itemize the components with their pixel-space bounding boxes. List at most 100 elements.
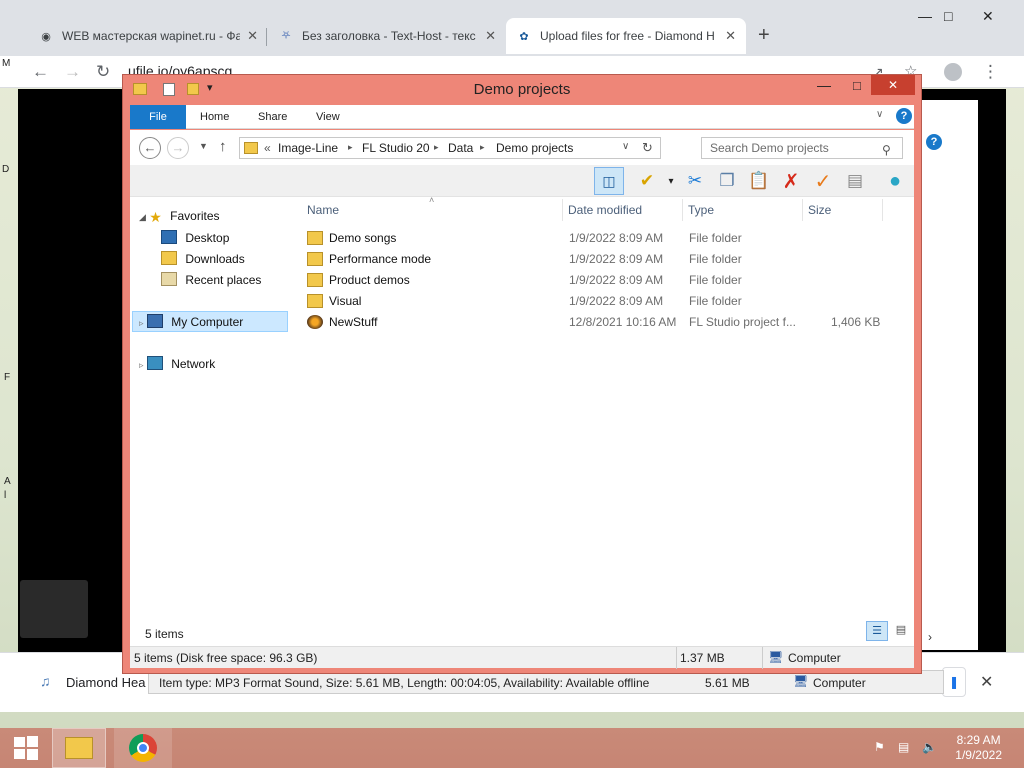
close-icon[interactable]: ✕ xyxy=(725,28,736,44)
tab-share[interactable]: Share xyxy=(244,105,301,129)
download-filename[interactable]: Diamond Hea xyxy=(66,675,146,690)
chevron-down-icon[interactable]: ∨ xyxy=(622,141,629,152)
chevron-down-icon[interactable]: ∨ xyxy=(876,109,883,120)
delete-icon[interactable]: ✗ xyxy=(778,169,804,193)
copy-icon[interactable]: ❐ xyxy=(714,169,740,193)
cut-icon[interactable]: ✂ xyxy=(682,169,708,193)
browser-tab-wapinet[interactable]: ◉ WEB мастерская wapinet.ru - Фа ✕ xyxy=(28,18,268,54)
nav-desktop[interactable]: Desktop xyxy=(161,230,229,245)
minimize-button[interactable]: — xyxy=(918,8,932,24)
side-letter: D xyxy=(2,164,10,175)
chevron-right-icon[interactable]: ▸ xyxy=(434,142,439,153)
profile-avatar-icon[interactable] xyxy=(944,63,962,81)
file-row[interactable]: Visual 1/9/2022 8:09 AM File folder xyxy=(307,291,897,312)
maximize-button[interactable]: □ xyxy=(853,78,861,93)
help-icon[interactable]: ? xyxy=(896,108,912,124)
file-row[interactable]: Performance mode 1/9/2022 8:09 AM File f… xyxy=(307,249,897,270)
file-name: NewStuff xyxy=(329,315,378,329)
globe-icon[interactable]: ● xyxy=(882,169,908,193)
speaker-muted-icon[interactable]: 🔈 xyxy=(922,740,937,754)
close-icon[interactable]: ✕ xyxy=(485,28,496,44)
close-window-button[interactable]: ✕ xyxy=(871,75,915,95)
browser-tab-ufile[interactable]: ✿ Upload files for free - Diamond H ✕ xyxy=(506,18,746,54)
folder-icon xyxy=(133,83,147,95)
close-download-bar-icon[interactable]: ✕ xyxy=(980,672,993,692)
column-header-name[interactable]: Name xyxy=(307,203,339,217)
file-date: 1/9/2022 8:09 AM xyxy=(569,231,664,245)
new-tab-button[interactable]: + xyxy=(758,24,770,47)
rename-check-icon[interactable]: ✓ xyxy=(810,169,836,193)
more-menu-icon[interactable]: ⋮ xyxy=(982,62,999,82)
nav-recent-places[interactable]: Recent places xyxy=(161,272,261,287)
search-icon[interactable]: ⚲ xyxy=(882,140,891,160)
file-row[interactable]: Demo songs 1/9/2022 8:09 AM File folder xyxy=(307,228,897,249)
breadcrumb-data[interactable]: Data xyxy=(448,141,473,155)
sort-arrow-icon: ˄ xyxy=(429,195,435,205)
search-input[interactable]: Search Demo projects ⚲ xyxy=(701,137,903,159)
breadcrumb-overflow[interactable]: « xyxy=(264,141,271,155)
side-letter: M xyxy=(2,58,11,69)
select-icon[interactable]: ✔ xyxy=(634,169,660,193)
reload-icon[interactable]: ↻ xyxy=(96,62,110,82)
close-window-button[interactable]: ✕ xyxy=(982,8,994,25)
browser-tab-texthost[interactable]: ⛧ Без заголовка - Text-Host - текс ✕ xyxy=(268,18,506,54)
quick-access-dropdown-icon[interactable]: ▾ xyxy=(207,81,213,94)
page-panel xyxy=(920,100,978,650)
file-row[interactable]: Product demos 1/9/2022 8:09 AM File fold… xyxy=(307,270,897,291)
tab-home[interactable]: Home xyxy=(186,105,243,129)
address-bar[interactable]: « Image-Line ▸ FL Studio 20 ▸ Data ▸ Dem… xyxy=(239,137,661,159)
nav-network[interactable]: ▹ Network xyxy=(139,356,215,371)
breadcrumb-fl-studio[interactable]: FL Studio 20 xyxy=(362,141,430,155)
paste-icon[interactable]: 📋 xyxy=(746,169,772,193)
file-name: Demo songs xyxy=(329,231,397,245)
column-header-type[interactable]: Type xyxy=(688,203,714,217)
back-arrow-icon[interactable]: ← xyxy=(139,137,161,159)
chevron-right-icon[interactable]: ▸ xyxy=(348,142,353,153)
item-size: 5.61 MB xyxy=(705,676,750,690)
preview-pane-icon[interactable]: ◫ xyxy=(594,167,624,195)
clock[interactable]: 8:29 AM 1/9/2022 xyxy=(955,733,1002,763)
item-count: 5 items xyxy=(145,627,184,641)
large-icons-view-icon[interactable]: ▤ xyxy=(891,621,911,641)
window-title: Demo projects xyxy=(473,81,571,98)
chevron-right-icon[interactable]: › xyxy=(928,630,932,644)
downloads-pause-icon[interactable]: ❚ xyxy=(942,667,966,697)
taskbar: ⚑ ▤ 🔈 xyxy=(0,728,1024,768)
taskbar-chrome[interactable] xyxy=(114,728,172,768)
nav-label: Favorites xyxy=(170,209,220,223)
nav-favorites[interactable]: ◢ ★ Favorites xyxy=(139,209,220,225)
tab-title: Upload files for free - Diamond H xyxy=(540,29,715,43)
column-header-size[interactable]: Size xyxy=(808,203,831,217)
file-row[interactable]: NewStuff 12/8/2021 10:16 AM FL Studio pr… xyxy=(307,312,897,333)
properties-icon[interactable]: ▤ xyxy=(842,169,868,193)
help-icon[interactable]: ? xyxy=(926,134,942,150)
breadcrumb-image-line[interactable]: Image-Line xyxy=(278,141,338,155)
start-button[interactable] xyxy=(4,728,48,768)
minimize-button[interactable]: — xyxy=(817,77,831,93)
recent-locations-dropdown-icon[interactable]: ▼ xyxy=(199,141,208,151)
nav-downloads[interactable]: Downloads xyxy=(161,251,245,266)
windows-logo-icon xyxy=(14,736,38,760)
taskbar-file-explorer[interactable] xyxy=(52,728,106,768)
new-folder-icon[interactable] xyxy=(187,83,199,95)
chevron-right-icon[interactable]: ▸ xyxy=(480,142,485,153)
nav-label: Network xyxy=(171,357,216,371)
column-header-date[interactable]: Date modified xyxy=(568,203,642,217)
action-center-flag-icon[interactable]: ⚑ xyxy=(874,740,885,754)
downloads-icon xyxy=(161,251,177,265)
details-view-icon[interactable]: ☰ xyxy=(866,621,888,641)
chevron-down-icon[interactable]: ▾ xyxy=(658,169,684,193)
properties-icon[interactable] xyxy=(163,83,175,96)
nav-my-computer[interactable]: ▹ My Computer xyxy=(139,314,243,329)
tab-view[interactable]: View xyxy=(302,105,354,129)
refresh-icon[interactable]: ↻ xyxy=(642,140,653,156)
breadcrumb-demo-projects[interactable]: Demo projects xyxy=(496,141,573,155)
close-icon[interactable]: ✕ xyxy=(247,28,258,44)
forward-arrow-icon[interactable]: → xyxy=(167,137,189,159)
maximize-button[interactable]: □ xyxy=(944,8,952,24)
network-icon[interactable]: ▤ xyxy=(898,740,909,754)
back-arrow-icon[interactable]: ← xyxy=(32,62,49,82)
tab-file[interactable]: File xyxy=(130,105,186,129)
forward-arrow-icon[interactable]: → xyxy=(64,62,81,82)
up-arrow-icon[interactable]: ↑ xyxy=(219,138,227,155)
